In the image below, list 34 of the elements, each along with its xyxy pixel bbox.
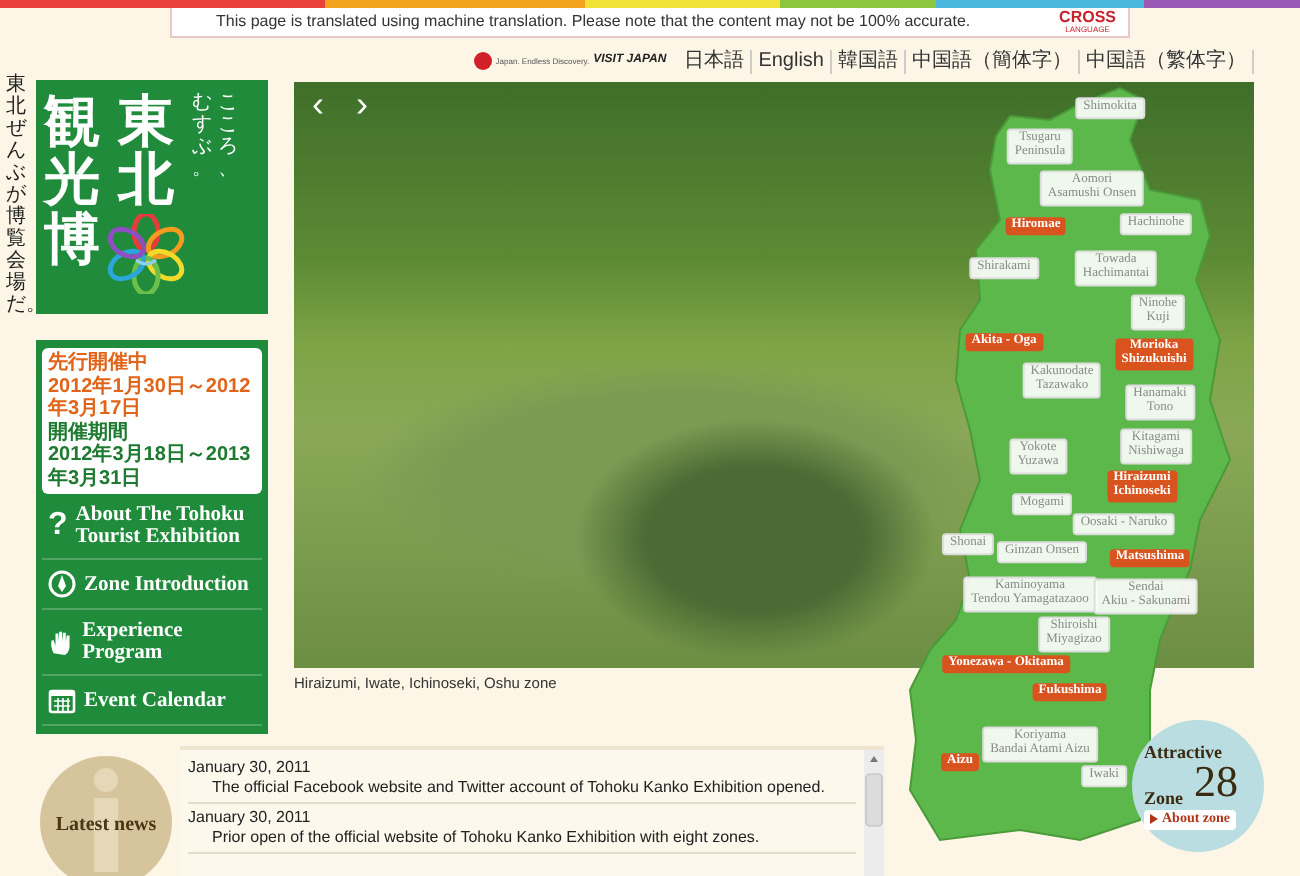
news-text[interactable]: Prior open of the official website of Tohoku Kanko Exhibition with eight zones.	[188, 827, 856, 847]
news-date: January 30, 2011	[188, 808, 313, 828]
schedule-label: 開催期間	[48, 421, 130, 443]
schedule-dates: 2012年1月30日～2012年3月17日	[48, 375, 253, 421]
question-icon: ?	[48, 509, 68, 543]
menu-link[interactable]: Event Calendar	[42, 676, 262, 727]
menu-link[interactable]: Zone Introduction	[42, 560, 262, 611]
logo-title: 観光博	[44, 92, 100, 274]
news-text[interactable]: The official Facebook website and Twitter account of Tohoku Kanko Exhibition opened.	[188, 777, 856, 797]
zone-word: Zone	[1144, 786, 1184, 812]
news-date: January 30, 2011	[188, 758, 313, 778]
logo-tagline: こころ、むすぶ。	[192, 92, 238, 182]
previous-button[interactable]: ‹	[306, 86, 330, 122]
language-link[interactable]: 日本語	[678, 49, 753, 73]
zone-title: Attractive	[1144, 740, 1222, 766]
news-heading: Latest news	[53, 812, 159, 841]
ring-drawing	[106, 213, 186, 294]
logo-region: 東北	[118, 92, 174, 210]
zone-count: 28	[1194, 760, 1238, 804]
schedule-label: 先行開催中	[48, 352, 150, 375]
menu-link[interactable]: Experience Program	[42, 610, 262, 677]
play-icon	[1150, 814, 1158, 825]
calendar-icon	[48, 686, 76, 715]
language-link[interactable]: English	[752, 49, 832, 73]
hand-icon	[48, 628, 75, 657]
sun-logo-icon	[473, 52, 492, 70]
compass-icon	[48, 570, 76, 599]
notice-text: This page is translated using machine translation. Please note that the content may not be 100% accurate.	[216, 10, 971, 34]
scrollbar	[864, 750, 884, 876]
language-link[interactable]: 韓国語	[832, 49, 906, 73]
next-button[interactable]: ›	[350, 86, 374, 122]
schedule-dates: 2012年3月18日～2013年3月31日	[48, 444, 253, 490]
language-link[interactable]: 中国語（簡体字）	[906, 49, 1080, 73]
language-link[interactable]: 中国語（繁体字）	[1080, 49, 1254, 73]
